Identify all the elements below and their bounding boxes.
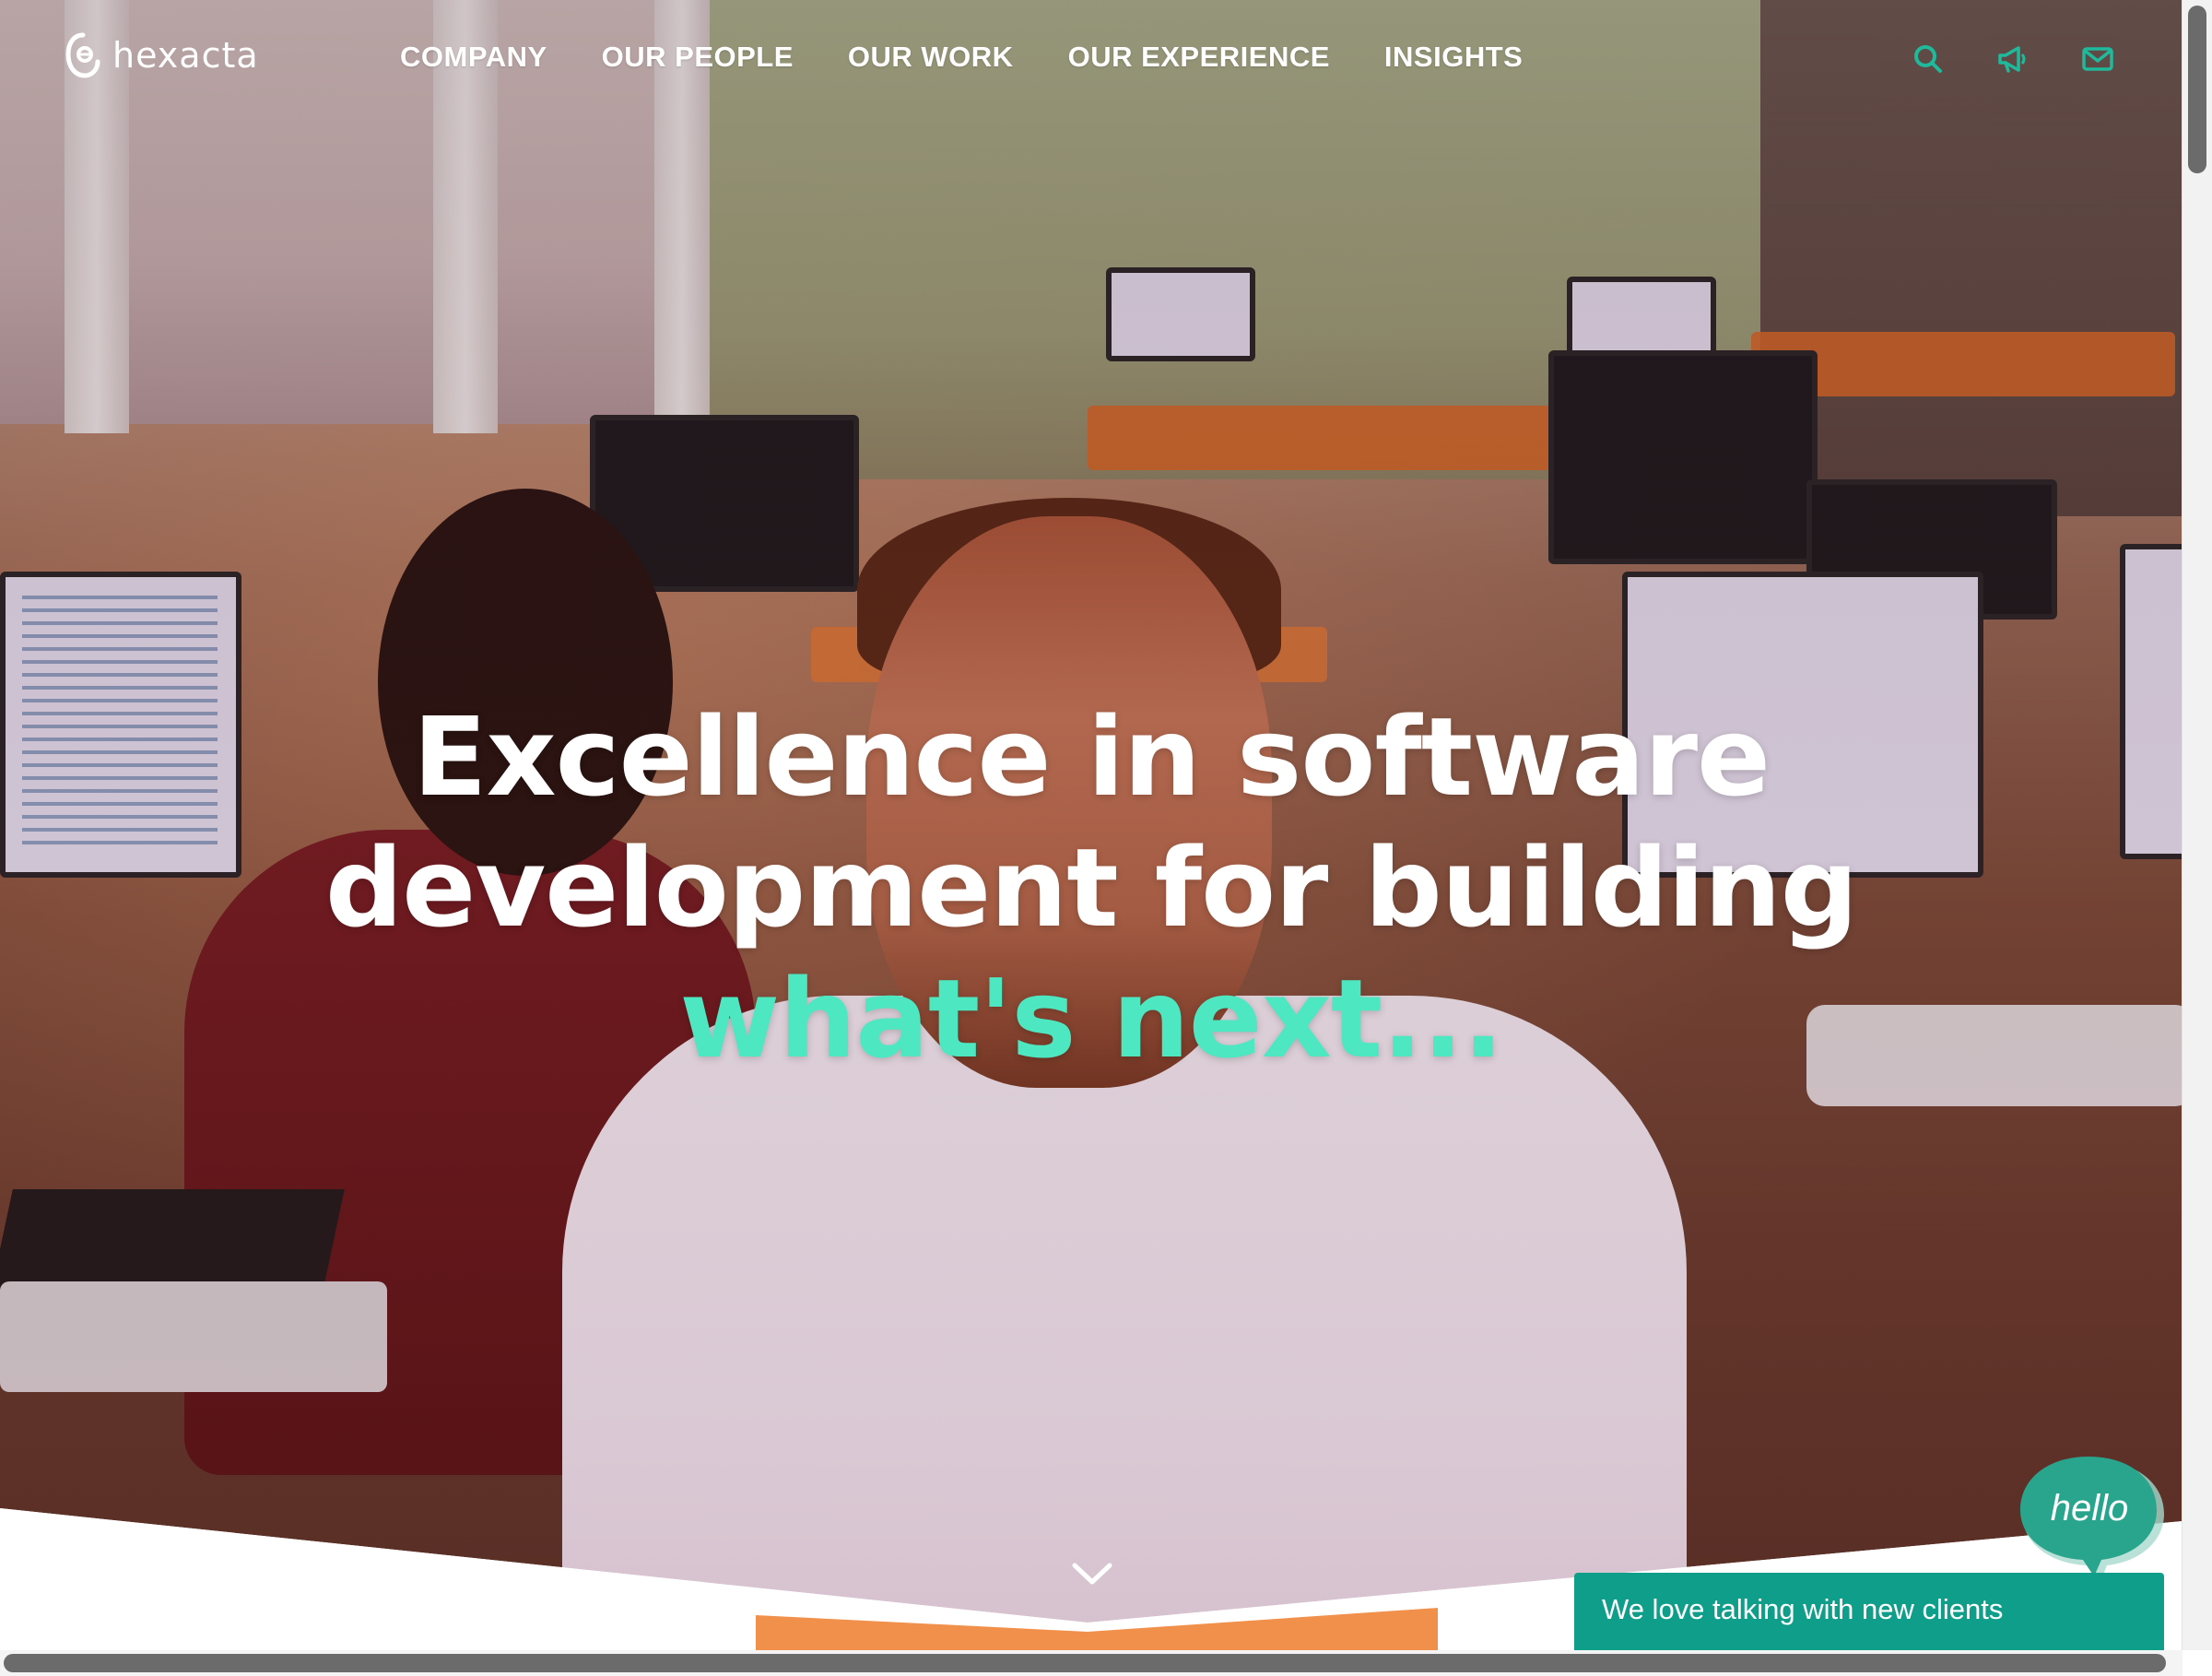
chat-bar-text: We love talking with new clients xyxy=(1602,1593,2004,1625)
logo[interactable]: hexacta xyxy=(65,28,259,83)
horizontal-scrollbar-thumb[interactable] xyxy=(4,1654,2166,1672)
logo-wordmark: hexacta xyxy=(112,35,259,76)
megaphone-icon[interactable] xyxy=(1996,42,2030,76)
search-icon[interactable] xyxy=(1912,42,1945,76)
hero-headline: Excellence in software development for b… xyxy=(0,691,2183,1084)
main-nav: COMPANY OUR PEOPLE OUR WORK OUR EXPERIEN… xyxy=(400,39,1577,76)
horizontal-scrollbar[interactable] xyxy=(0,1650,2183,1676)
chevron-down-icon[interactable] xyxy=(1069,1558,1115,1589)
chat-bar[interactable]: We love talking with new clients xyxy=(1574,1573,2164,1650)
hexacta-logo-icon xyxy=(65,32,100,78)
header-icon-group xyxy=(1912,42,2114,76)
nav-item-our-experience[interactable]: OUR EXPERIENCE xyxy=(1068,39,1330,76)
hero-headline-accent: what's next... xyxy=(679,955,1504,1082)
nav-item-our-work[interactable]: OUR WORK xyxy=(848,39,1014,76)
hero-headline-line-1: Excellence in software xyxy=(412,693,1771,820)
page: hexacta COMPANY OUR PEOPLE OUR WORK OUR … xyxy=(0,0,2212,1676)
hero-headline-line-2: development for building xyxy=(324,824,1858,951)
nav-item-our-people[interactable]: OUR PEOPLE xyxy=(602,39,794,76)
vertical-scrollbar-thumb[interactable] xyxy=(2188,6,2206,173)
chat-bubble-icon[interactable] xyxy=(2015,1453,2170,1587)
nav-item-insights[interactable]: INSIGHTS xyxy=(1384,39,1523,76)
nav-item-company[interactable]: COMPANY xyxy=(400,39,547,76)
vertical-scrollbar[interactable] xyxy=(2182,0,2212,1650)
envelope-icon[interactable] xyxy=(2081,42,2114,76)
